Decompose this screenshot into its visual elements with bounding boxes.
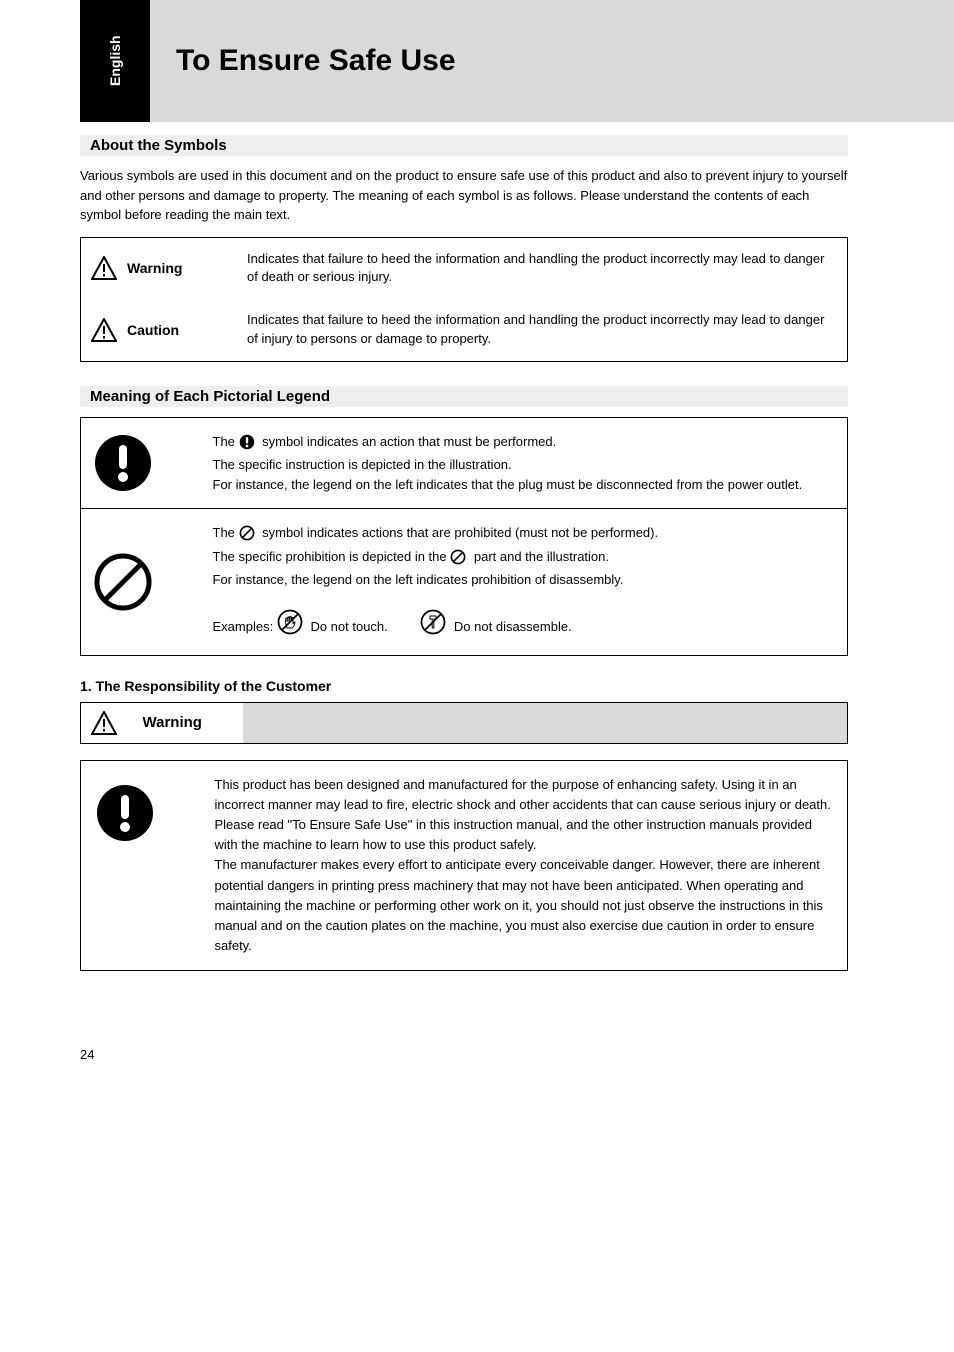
responsibility-para-3: The manufacturer makes every effort to a… [215,857,823,953]
mandatory-action-icon [93,433,189,493]
responsibility-table: This product has been designed and manuf… [80,760,848,971]
responsibility-text: This product has been designed and manuf… [201,760,848,970]
do-not-touch-icon [277,609,303,641]
definitions-table: Warning Indicates that failure to heed t… [80,237,848,362]
responsibility-para-2: Please read "To Ensure Safe Use" in this… [215,817,812,852]
do-not-disassemble-icon [420,609,446,641]
warning-banner-spacer [243,702,848,743]
definition-caution-label: Caution [127,299,237,361]
legend-prohibition-text: The symbol indicates actions that are pr… [201,509,848,656]
warning-banner-label: Warning [133,702,243,743]
page-header: To Ensure Safe Use [150,0,954,122]
definition-warning-row: Warning Indicates that failure to heed t… [81,237,848,299]
definition-caution-row: Caution Indicates that failure to heed t… [81,299,848,361]
prohibition-small-icon [239,525,255,547]
mandatory-action-icon [95,783,187,843]
side-language-tab: English [80,0,150,122]
warning-triangle-icon [91,256,117,280]
subsection-title: 1. The Responsibility of the Customer [80,678,848,694]
warning-triangle-icon [91,711,123,735]
legends-title: Meaning of Each Pictorial Legend [80,386,848,407]
legend-prohibition-row: The symbol indicates actions that are pr… [81,509,848,656]
page-number: 24 [0,997,954,1062]
definition-warning-text: Indicates that failure to heed the infor… [237,237,848,299]
section-title: About the Symbols [80,135,848,156]
legend-instruction-row: The symbol indicates an action that must… [81,417,848,509]
legends-table: The symbol indicates an action that must… [80,417,848,656]
page-title: To Ensure Safe Use [176,44,456,78]
responsibility-para-1: This product has been designed and manuf… [215,777,831,812]
prohibition-small-icon-2 [450,549,466,571]
definition-caution-text: Indicates that failure to heed the infor… [237,299,848,361]
caution-triangle-icon [91,318,117,342]
warning-banner: Warning [80,702,848,744]
prohibition-icon [93,552,189,612]
definition-warning-label: Warning [127,237,237,299]
legend-instruction-text: The symbol indicates an action that must… [201,417,848,509]
mandatory-small-icon [239,434,255,456]
side-language-label: English [107,36,123,87]
intro-paragraph: Various symbols are used in this documen… [80,166,848,225]
